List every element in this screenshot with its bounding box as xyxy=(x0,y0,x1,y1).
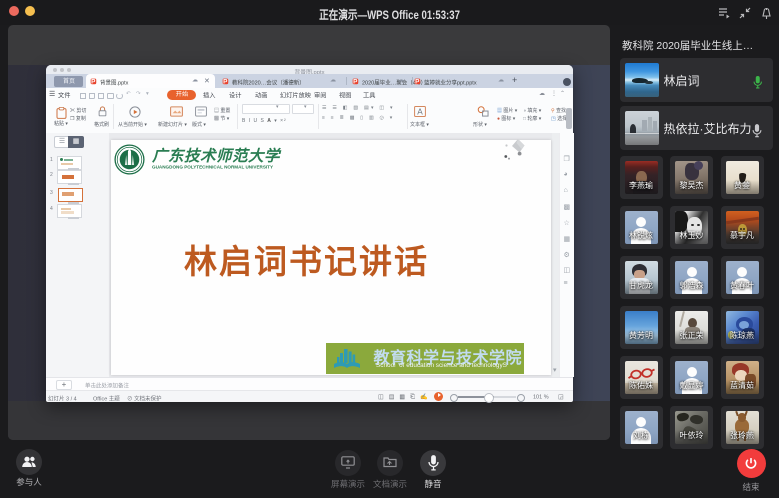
svg-text:A: A xyxy=(417,107,423,116)
